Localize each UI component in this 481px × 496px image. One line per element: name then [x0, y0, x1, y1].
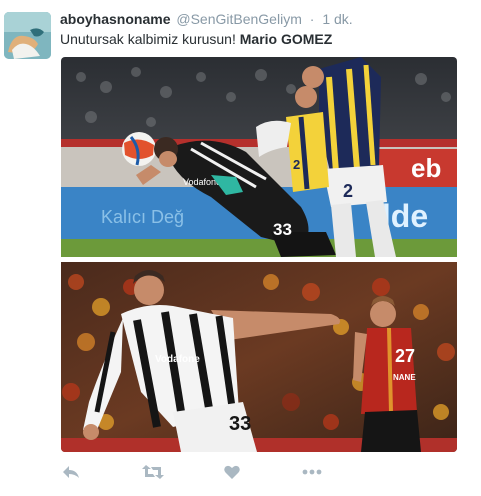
more-button[interactable]: [302, 460, 322, 484]
tweet-text-bold: Mario GOMEZ: [239, 31, 333, 47]
tweet: aboyhasnoname @SenGitBenGeliym · 1 dk. U…: [0, 0, 481, 496]
user-handle[interactable]: @SenGitBenGeliym: [176, 11, 301, 27]
like-button[interactable]: [224, 460, 240, 484]
photo-1-image: eb Kalıcı Değ ilde Vodafone 33 2 2: [61, 57, 457, 257]
more-dots-icon: [302, 469, 322, 475]
avatar-image: [4, 12, 51, 59]
tweet-actions: [60, 460, 460, 484]
tweet-photo-2[interactable]: Vodafone 33 27 NANE: [61, 262, 457, 452]
player3-number: 2: [293, 157, 300, 172]
tweet-photo-1[interactable]: eb Kalıcı Değ ilde Vodafone 33 2 2: [61, 57, 457, 257]
board-text-3: eb: [411, 153, 441, 183]
board-text-1: Kalıcı Değ: [101, 207, 184, 227]
player1-number-2: 33: [229, 413, 251, 435]
sponsor-text-2: Vodafone: [155, 354, 200, 365]
player1-number: 33: [273, 220, 292, 239]
avatar[interactable]: [4, 12, 51, 59]
reply-button[interactable]: [62, 460, 80, 484]
retweet-button[interactable]: [142, 460, 164, 484]
tweet-header: aboyhasnoname @SenGitBenGeliym · 1 dk.: [60, 11, 353, 27]
player2-number: 2: [343, 181, 353, 201]
timestamp[interactable]: 1 dk.: [322, 11, 352, 27]
heart-icon: [224, 465, 240, 479]
tweet-text: Unutursak kalbimiz kurusun! Mario GOMEZ: [60, 31, 332, 47]
display-name[interactable]: aboyhasnoname: [60, 11, 170, 27]
separator: ·: [309, 11, 315, 27]
photo-2-image: Vodafone 33 27 NANE: [61, 262, 457, 452]
retweet-icon: [142, 465, 164, 479]
player2-number-2: 27: [395, 346, 415, 366]
reply-icon: [63, 466, 79, 478]
player2-name: NANE: [393, 373, 416, 382]
tweet-text-normal: Unutursak kalbimiz kurusun!: [60, 31, 240, 47]
